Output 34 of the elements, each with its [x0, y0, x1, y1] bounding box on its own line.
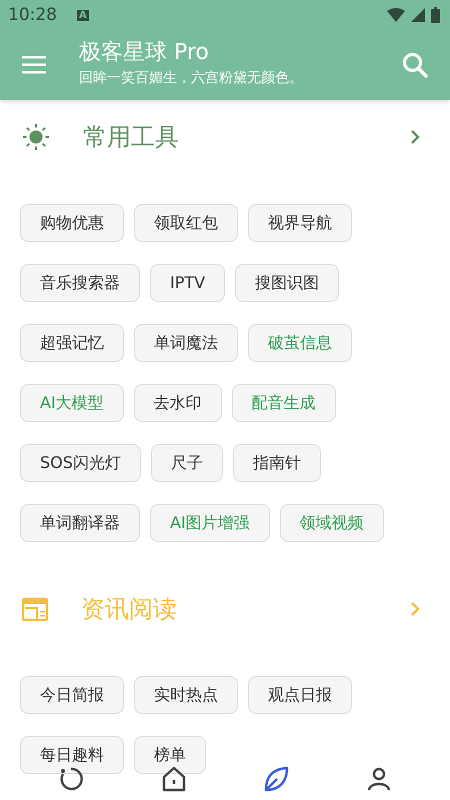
notification-badge: A	[77, 10, 89, 20]
tool-chip[interactable]: 实时热点	[134, 676, 238, 714]
chevron-right-icon[interactable]	[410, 129, 420, 145]
tool-chip[interactable]: 领取红包	[134, 204, 238, 242]
tool-chip[interactable]: 单词魔法	[134, 324, 238, 362]
tool-chip[interactable]: 音乐搜索器	[20, 264, 140, 302]
battery-icon	[431, 7, 440, 23]
tool-chip[interactable]: 观点日报	[248, 676, 352, 714]
tool-chip[interactable]: 超强记忆	[20, 324, 124, 362]
tool-chip[interactable]: 视界导航	[248, 204, 352, 242]
tool-chip[interactable]: 每日趣料	[20, 736, 124, 774]
status-time: 10:28	[8, 5, 57, 25]
person-icon[interactable]	[366, 766, 392, 792]
tool-chip[interactable]: SOS闪光灯	[20, 444, 141, 482]
section-title: 常用工具	[83, 122, 180, 153]
refresh-icon[interactable]	[58, 766, 84, 792]
wifi-icon	[387, 8, 405, 22]
app-title: 极客星球 Pro	[79, 39, 210, 67]
signal-icon	[411, 8, 425, 22]
sun-icon	[22, 123, 50, 151]
tool-chip[interactable]: 购物优惠	[20, 204, 124, 242]
section-title: 资讯阅读	[81, 594, 178, 625]
tool-chip[interactable]: 指南针	[232, 444, 321, 482]
tool-chip[interactable]: 单词翻译器	[20, 504, 140, 542]
tool-chip[interactable]: IPTV	[150, 264, 226, 302]
app-subtitle: 回眸一笑百媚生，六宫粉黛无颜色。	[79, 69, 304, 87]
tool-chip[interactable]: 榜单	[134, 736, 206, 774]
tool-chip[interactable]: 去水印	[134, 384, 222, 422]
tool-chip[interactable]: 搜图识图	[235, 264, 340, 302]
tool-chip[interactable]: 今日简报	[20, 676, 124, 714]
leaf-icon[interactable]	[263, 766, 290, 792]
home-icon[interactable]	[160, 766, 187, 792]
newspaper-icon	[22, 597, 48, 621]
tool-chip[interactable]: 尺子	[150, 444, 223, 482]
